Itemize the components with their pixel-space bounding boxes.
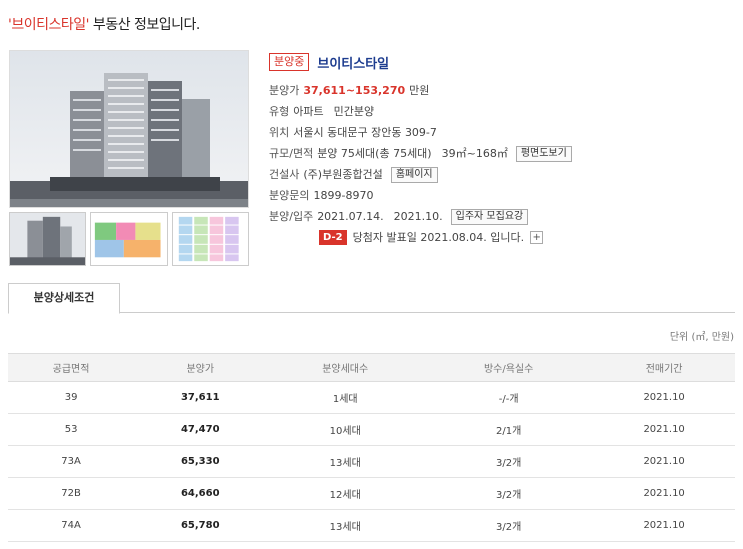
type-label: 유형 — [269, 105, 290, 118]
cell-units: 13세대 — [266, 509, 425, 542]
cell-resale: 2021.10 — [593, 381, 735, 414]
type-value: 아파트 — [293, 105, 324, 118]
scale-label: 규모/면적 — [269, 147, 314, 160]
builder-row: 건설사 (주)부원종합건설 홈페이지 — [269, 164, 739, 185]
schedule-row: 분양/입주 2021.07.14. 2021.10. 입주자 모집요강 — [269, 206, 739, 227]
location-label: 위치 — [269, 126, 290, 139]
builder-label: 건설사 — [269, 168, 300, 181]
cell-area: 74A — [8, 509, 135, 542]
plus-icon[interactable]: + — [530, 231, 544, 244]
cell-area: 39 — [8, 381, 135, 414]
cell-units: 12세대 — [266, 477, 425, 510]
announce-text: 당첨자 발표일 2021.08.04. 입니다. — [352, 231, 525, 244]
cell-resale: 2021.10 — [593, 509, 735, 542]
price-row: 분양가 37,611~153,270 만원 — [269, 80, 739, 101]
price-value: 37,611~153,270 — [303, 84, 406, 97]
cell-price: 37,611 — [134, 381, 267, 414]
inquiry-label: 분양문의 — [269, 189, 310, 202]
table-row: 72B 64,660 12세대 3/2개 2021.10 — [8, 477, 735, 510]
thumbnail-exterior[interactable] — [9, 212, 87, 266]
page-heading: '브이티스타일' 부동산 정보입니다. — [8, 14, 200, 34]
title-row: 분양중 브이티스타일 — [269, 52, 739, 72]
type-row: 유형 아파트 민간분양 — [269, 101, 739, 122]
table-row: 73A 65,330 13세대 3/2개 2021.10 — [8, 445, 735, 478]
cell-rooms: 3/2개 — [424, 445, 594, 478]
status-badge: 분양중 — [269, 53, 310, 71]
price-label: 분양가 — [269, 84, 300, 97]
floorplan-button[interactable]: 평면도보기 — [515, 145, 572, 162]
cell-units: 10세대 — [266, 413, 425, 446]
cell-rooms: -/-개 — [424, 381, 594, 414]
location-row: 위치 서울시 동대문구 장안동 309-7 — [269, 122, 739, 143]
type-value-2: 민간분양 — [333, 105, 375, 118]
dday-badge: D-2 — [319, 230, 347, 245]
col-header: 전매기간 — [593, 353, 735, 382]
move-date: 2021.10. — [393, 210, 443, 223]
cell-price: 47,470 — [134, 413, 267, 446]
homepage-button[interactable]: 홈페이지 — [390, 166, 438, 183]
thumbnail-strip — [9, 212, 249, 266]
tab-detail-conditions[interactable]: 분양상세조건 — [8, 283, 120, 314]
cell-rooms: 2/1개 — [424, 413, 594, 446]
sale-date: 2021.07.14. — [317, 210, 384, 223]
notice-button[interactable]: 입주자 모집요강 — [450, 208, 529, 225]
table-header-row: 공급면적 분양가 분양세대수 방수/욕실수 전매기간 — [8, 353, 735, 382]
heading-highlight: '브이티스타일' — [8, 17, 89, 33]
area-value: 39㎡~168㎡ — [441, 147, 508, 160]
unit-note: 단위 (㎡, 만원) — [669, 332, 734, 343]
announce-row: D-2 당첨자 발표일 2021.08.04. 입니다. + — [269, 227, 739, 248]
complex-name[interactable]: 브이티스타일 — [317, 53, 389, 72]
table-row: 74A 65,780 13세대 3/2개 2021.10 — [8, 509, 735, 542]
cell-units: 1세대 — [266, 381, 425, 414]
builder-value: (주)부원종합건설 — [303, 168, 383, 181]
col-header: 공급면적 — [8, 353, 135, 382]
cell-resale: 2021.10 — [593, 477, 735, 510]
thumbnail-floorplan[interactable] — [90, 212, 168, 266]
cell-area: 73A — [8, 445, 135, 478]
cell-units: 13세대 — [266, 445, 425, 478]
detail-table: 공급면적 분양가 분양세대수 방수/욕실수 전매기간 39 37,611 1세대… — [8, 353, 735, 542]
thumbnail-unit-chart[interactable] — [171, 212, 249, 266]
table-row: 53 47,470 10세대 2/1개 2021.10 — [8, 413, 735, 446]
table-row: 39 37,611 1세대 -/-개 2021.10 — [8, 381, 735, 414]
heading-rest: 부동산 정보입니다. — [88, 17, 200, 33]
schedule-label: 분양/입주 — [269, 210, 314, 223]
tab-bar: 분양상세조건 — [8, 283, 735, 314]
summary-panel: 분양중 브이티스타일 분양가 37,611~153,270 만원 유형 아파트 … — [269, 52, 739, 248]
inquiry-value: 1899-8970 — [313, 189, 374, 202]
cell-price: 65,330 — [134, 445, 267, 478]
cell-rooms: 3/2개 — [424, 477, 594, 510]
cell-resale: 2021.10 — [593, 445, 735, 478]
scale-row: 규모/면적 분양 75세대(총 75세대) 39㎡~168㎡ 평면도보기 — [269, 143, 739, 164]
cell-area: 72B — [8, 477, 135, 510]
cell-rooms: 3/2개 — [424, 509, 594, 542]
col-header: 분양가 — [134, 353, 267, 382]
scale-value: 분양 75세대(총 75세대) — [317, 147, 432, 160]
col-header: 분양세대수 — [266, 353, 425, 382]
location-value: 서울시 동대문구 장안동 309-7 — [293, 126, 437, 139]
cell-resale: 2021.10 — [593, 413, 735, 446]
cell-area: 53 — [8, 413, 135, 446]
building-photo[interactable] — [9, 50, 249, 208]
cell-price: 65,780 — [134, 509, 267, 542]
price-unit: 만원 — [409, 84, 430, 97]
col-header: 방수/욕실수 — [424, 353, 594, 382]
cell-price: 64,660 — [134, 477, 267, 510]
inquiry-row: 분양문의 1899-8970 — [269, 185, 739, 206]
